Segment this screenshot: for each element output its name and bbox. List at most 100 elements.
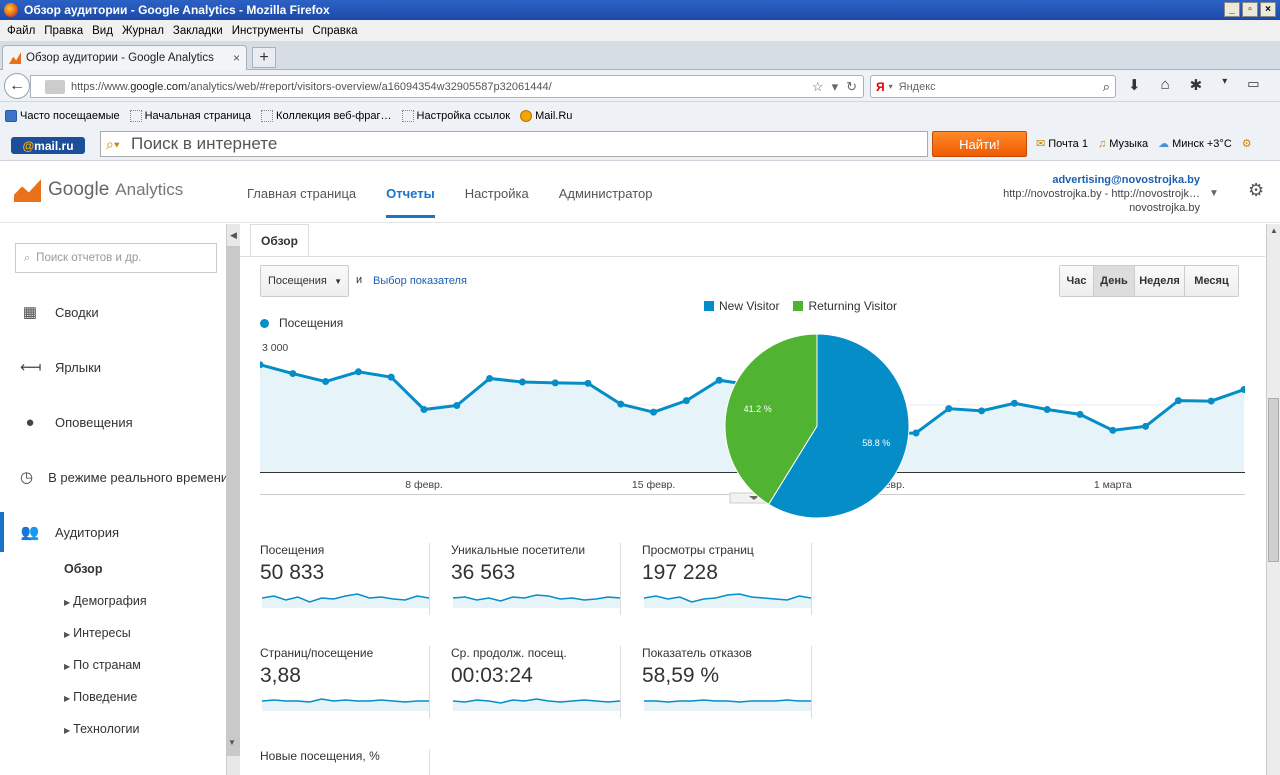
data-point[interactable]	[289, 370, 297, 378]
mailru-search-input[interactable]: ⌕▾ Поиск в интернете	[100, 131, 928, 157]
sidebar-subitem-overview[interactable]: Обзор	[64, 562, 102, 576]
mailru-logo[interactable]: @ mail.ru	[11, 137, 85, 154]
data-point[interactable]	[584, 379, 592, 387]
page-scrollbar[interactable]: ▲	[1266, 224, 1280, 775]
data-point[interactable]	[486, 374, 494, 382]
minimize-button[interactable]: _	[1224, 2, 1240, 17]
data-point[interactable]	[1076, 410, 1084, 418]
metric-card-avg-duration[interactable]: Ср. продолж. посещ. 00:03:24	[451, 646, 621, 718]
data-point[interactable]	[518, 378, 526, 386]
menu-file[interactable]: Файл	[7, 25, 35, 37]
close-window-button[interactable]: ×	[1260, 2, 1276, 17]
sidebar-item-alerts[interactable]: ● Оповещения	[0, 402, 226, 442]
menu-edit[interactable]: Правка	[44, 25, 83, 37]
sidebar-item-audience[interactable]: 👥 Аудитория	[0, 512, 226, 552]
data-point[interactable]	[617, 400, 625, 408]
maximize-button[interactable]: ▫	[1242, 2, 1258, 17]
data-point[interactable]	[1207, 397, 1215, 405]
data-point[interactable]	[912, 429, 920, 437]
new-tab-button[interactable]: +	[252, 47, 276, 68]
reload-icon[interactable]: ↻	[846, 79, 857, 95]
menu-history[interactable]: Журнал	[122, 25, 164, 37]
sidebar-item-realtime[interactable]: ◷ В режиме реального времени	[0, 457, 226, 497]
nav-home[interactable]: Главная страница	[247, 186, 356, 218]
menu-tools[interactable]: Инструменты	[232, 25, 304, 37]
data-point[interactable]	[420, 405, 428, 413]
data-point[interactable]	[650, 408, 658, 416]
sidebar-scrollbar[interactable]	[226, 246, 240, 756]
metric-card-pageviews[interactable]: Просмотры страниц 197 228	[642, 543, 812, 615]
menu-bookmarks[interactable]: Закладки	[173, 25, 223, 37]
sidebar-subitem-interests[interactable]: ▶ Интересы	[64, 626, 131, 640]
data-point[interactable]	[945, 405, 953, 413]
bookmark-web-slices[interactable]: Коллекция веб-фраг…	[261, 109, 392, 122]
data-point[interactable]	[354, 368, 362, 376]
metric-card-pages-per-visit[interactable]: Страниц/посещение 3,88	[260, 646, 430, 718]
data-point[interactable]	[387, 373, 395, 381]
data-point[interactable]	[322, 378, 330, 386]
data-point[interactable]	[1174, 397, 1182, 405]
bookmark-mailru[interactable]: Mail.Ru	[520, 109, 572, 122]
menu-view[interactable]: Вид	[92, 25, 113, 37]
home-icon[interactable]: ⌂	[1161, 76, 1170, 94]
nav-reports[interactable]: Отчеты	[386, 186, 435, 218]
report-search-input[interactable]: ⌕ Поиск отчетов и др.	[15, 243, 217, 273]
window-icon[interactable]: ▭	[1247, 76, 1259, 94]
music-link[interactable]: ♫ Музыка	[1098, 138, 1148, 150]
find-button[interactable]: Найти!	[932, 131, 1027, 157]
url-bar[interactable]: https://www. google.com/analytics/web/#re…	[30, 75, 864, 98]
pie-legend-new[interactable]: New Visitor	[704, 299, 779, 313]
pie-legend-returning[interactable]: Returning Visitor	[793, 299, 897, 313]
addon-icon[interactable]: ✱	[1190, 76, 1203, 94]
data-point[interactable]	[551, 379, 559, 387]
close-tab-icon[interactable]: ×	[233, 51, 240, 65]
bookmark-start-page[interactable]: Начальная страница	[129, 109, 251, 122]
search-box[interactable]: Я ▾ Яндекс ⌕	[870, 75, 1116, 98]
menu-icon[interactable]: ▾	[1222, 76, 1227, 94]
metric-card-new-visits[interactable]: Новые посещения, %	[260, 749, 430, 775]
sidebar-subitem-technology[interactable]: ▶ Технологии	[64, 722, 140, 736]
metric-card-visits[interactable]: Посещения 50 833	[260, 543, 430, 615]
scrollbar-thumb[interactable]	[1268, 398, 1279, 562]
tab-overview[interactable]: Обзор	[250, 224, 309, 256]
browser-tab[interactable]: Обзор аудитории - Google Analytics ×	[2, 45, 247, 70]
search-icon[interactable]: ⌕	[1103, 79, 1110, 95]
dropdown-icon[interactable]: ▾	[832, 79, 839, 95]
choose-metric-link[interactable]: Выбор показателя	[373, 275, 467, 287]
data-point[interactable]	[1043, 405, 1051, 413]
chevron-down-icon[interactable]: ▼	[1209, 188, 1219, 199]
site-identity-icon[interactable]	[45, 79, 65, 94]
data-point[interactable]	[1109, 426, 1117, 434]
sidebar-subitem-geo[interactable]: ▶ По странам	[64, 658, 141, 672]
bookmark-link-settings[interactable]: Настройка ссылок	[401, 109, 510, 122]
mail-link[interactable]: ✉ Почта 1	[1036, 137, 1088, 151]
granularity-week-button[interactable]: Неделя	[1135, 266, 1185, 296]
granularity-day-button[interactable]: День	[1094, 266, 1135, 296]
settings-gear-icon[interactable]: ⚙	[1242, 137, 1252, 150]
weather-link[interactable]: ☁ Минск +3°C	[1158, 137, 1232, 151]
search-engine-dropdown-icon[interactable]: ▾	[889, 82, 893, 91]
nav-admin[interactable]: Администратор	[559, 186, 653, 218]
sidebar-item-dashboards[interactable]: ▦ Сводки	[0, 292, 226, 332]
menu-help[interactable]: Справка	[312, 25, 357, 37]
downloads-icon[interactable]: ⬇	[1128, 76, 1141, 94]
yandex-icon[interactable]: Я	[876, 80, 885, 94]
search-icon[interactable]: ⌕▾	[106, 136, 120, 153]
metric-card-bounce-rate[interactable]: Показатель отказов 58,59 %	[642, 646, 812, 718]
granularity-month-button[interactable]: Месяц	[1185, 266, 1238, 296]
scroll-up-arrow-icon[interactable]: ▲	[1270, 226, 1278, 235]
data-point[interactable]	[978, 407, 986, 415]
metric-select[interactable]: Посещения ▼	[260, 265, 349, 297]
scroll-down-arrow-icon[interactable]: ▼	[228, 738, 236, 747]
account-selector[interactable]: advertising@novostrojka.by http://novost…	[960, 173, 1200, 215]
ga-logo[interactable]: Google Analytics	[14, 178, 183, 202]
sidebar-item-shortcuts[interactable]: ⟻ Ярлыки	[0, 347, 226, 387]
bookmark-star-icon[interactable]: ☆	[812, 79, 824, 95]
data-point[interactable]	[453, 402, 461, 409]
bookmark-most-visited[interactable]: Часто посещаемые	[5, 109, 120, 122]
sidebar-subitem-demographics[interactable]: ▶ Демография	[64, 594, 147, 608]
metric-card-unique-visitors[interactable]: Уникальные посетители 36 563	[451, 543, 621, 615]
sidebar-subitem-behavior[interactable]: ▶ Поведение	[64, 690, 137, 704]
chevron-left-icon[interactable]: ◀	[230, 230, 237, 241]
data-point[interactable]	[682, 397, 690, 405]
